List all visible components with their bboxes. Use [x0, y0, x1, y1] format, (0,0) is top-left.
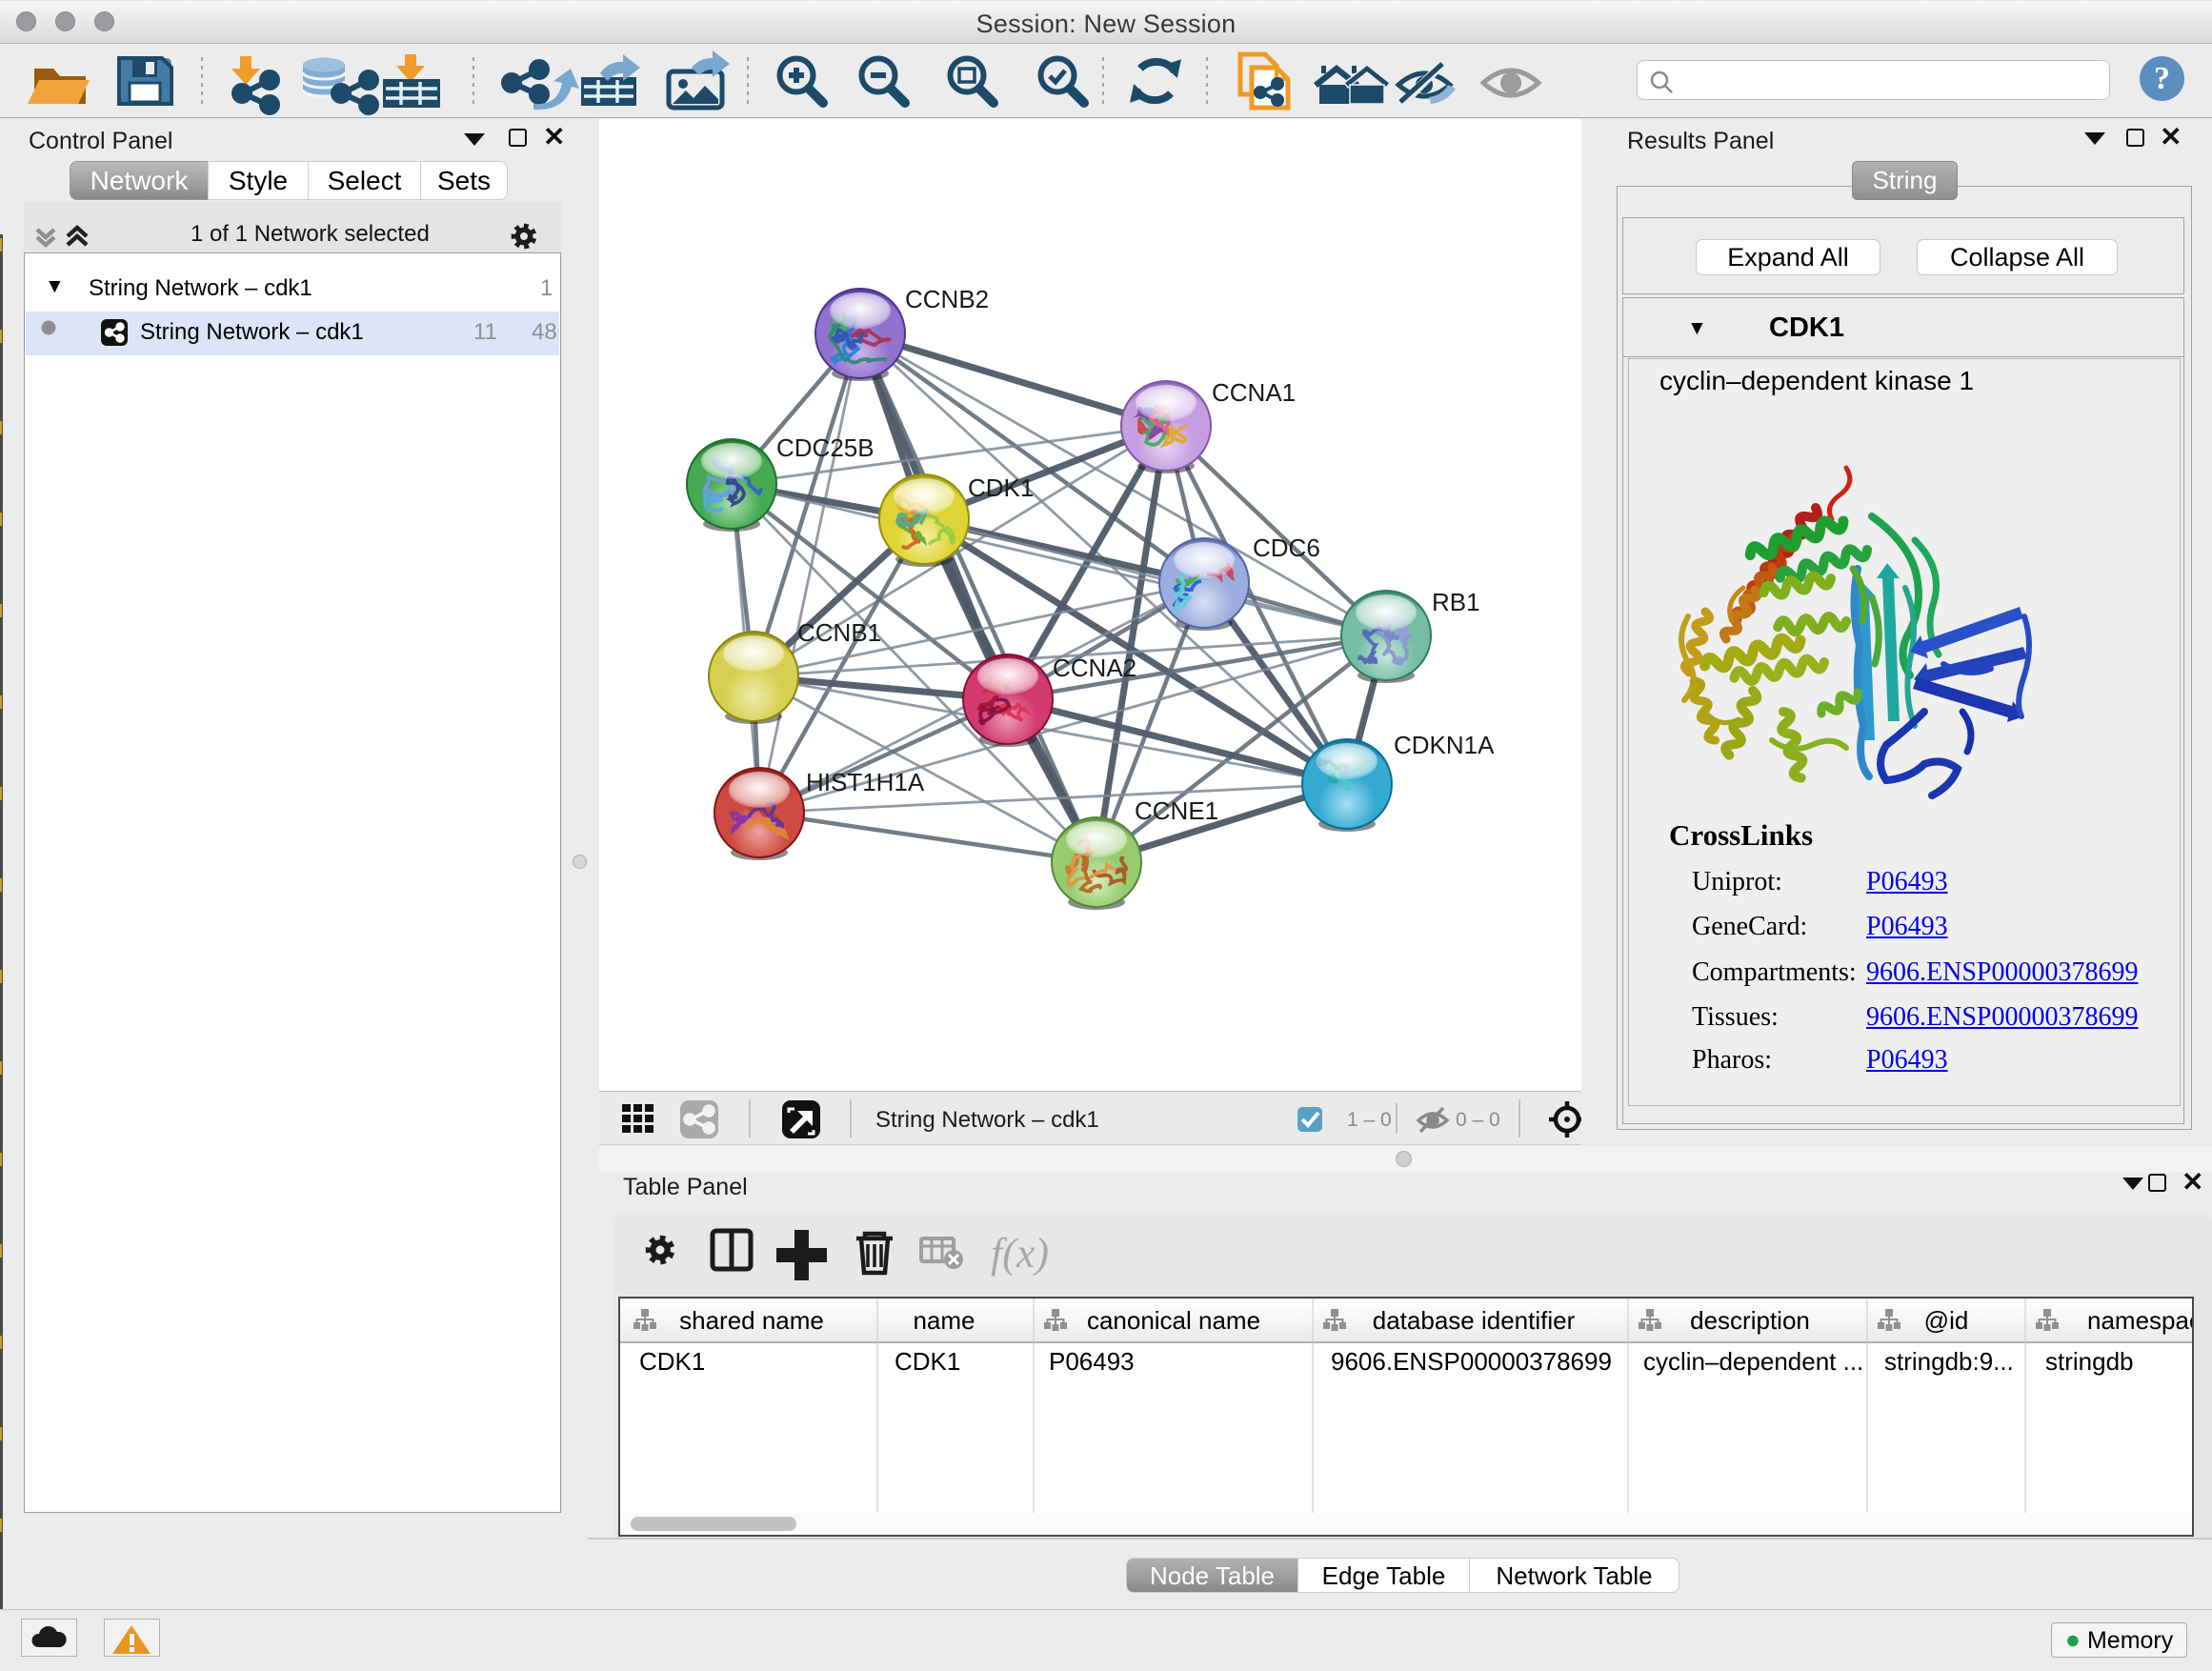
svg-text:1 – 0: 1 – 0: [1347, 1109, 1392, 1131]
svg-text:CCNA2: CCNA2: [1053, 654, 1136, 682]
svg-text:@id: @id: [1924, 1306, 1969, 1335]
svg-text:0 – 0: 0 – 0: [1456, 1109, 1500, 1131]
svg-text:CDK1: CDK1: [968, 473, 1034, 502]
svg-text:CCNE1: CCNE1: [1135, 796, 1218, 825]
svg-text:CDC6: CDC6: [1253, 534, 1320, 562]
svg-text:canonical name: canonical name: [1087, 1306, 1260, 1335]
svg-text:description: description: [1690, 1306, 1810, 1335]
svg-text:shared name: shared name: [679, 1306, 824, 1335]
svg-text:CCNB2: CCNB2: [905, 285, 989, 313]
svg-text:name: name: [913, 1306, 975, 1335]
svg-text:CCNA1: CCNA1: [1212, 378, 1296, 407]
svg-text:namespac: namespac: [2087, 1306, 2192, 1335]
svg-text:CDC25B: CDC25B: [776, 433, 875, 462]
svg-text:HIST1H1A: HIST1H1A: [806, 768, 925, 796]
svg-text:CCNB1: CCNB1: [797, 618, 881, 647]
svg-text:RB1: RB1: [1432, 588, 1480, 616]
svg-text:String Network – cdk1: String Network – cdk1: [875, 1107, 1099, 1133]
svg-text:f(x): f(x): [991, 1230, 1049, 1277]
svg-text:CDKN1A: CDKN1A: [1394, 731, 1495, 759]
svg-text:database identifier: database identifier: [1373, 1306, 1576, 1335]
